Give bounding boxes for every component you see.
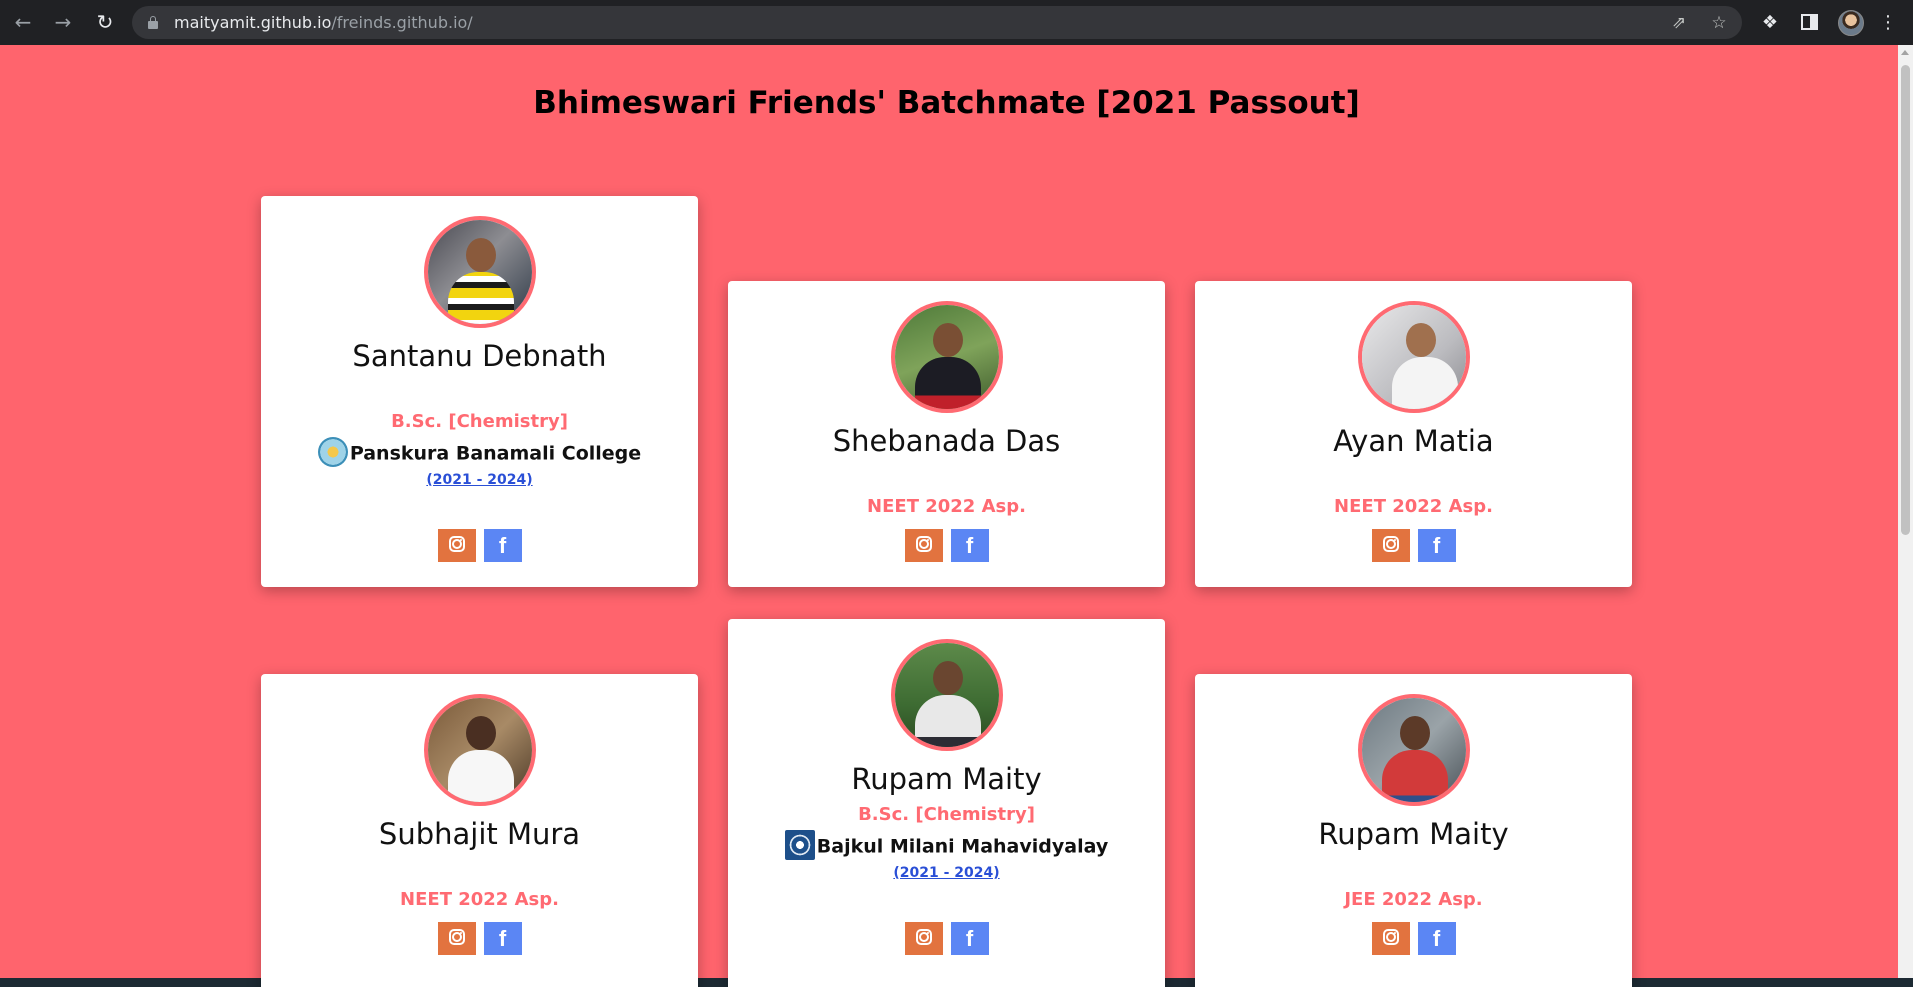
college-name: Panskura Banamali College: [261, 437, 698, 469]
friend-card: Shebanada Das NEET 2022 Asp. f: [728, 281, 1165, 587]
avatar: [890, 301, 1003, 413]
social-links: f: [1195, 529, 1632, 562]
facebook-button[interactable]: f: [483, 922, 522, 955]
social-links: f: [261, 922, 698, 955]
avatar: [890, 639, 1003, 751]
years-link[interactable]: (2021 - 2024): [728, 865, 1165, 881]
course-label: NEET 2022 Asp.: [867, 496, 1026, 517]
scroll-thumb[interactable]: [1901, 65, 1910, 535]
instagram-button[interactable]: [904, 529, 943, 562]
forward-arrow-icon[interactable]: →: [50, 9, 76, 35]
avatar: [423, 694, 536, 806]
course-label: B.Sc. [Chemistry]: [391, 411, 568, 432]
friend-card: Ayan Matia NEET 2022 Asp. f: [1195, 281, 1632, 587]
college-name: Bajkul Milani Mahavidyalay: [728, 830, 1165, 862]
friend-card: Rupam Maity JEE 2022 Asp. f: [1195, 674, 1632, 987]
kebab-menu-icon[interactable]: ⋮: [1875, 10, 1901, 36]
instagram-icon: [915, 536, 932, 552]
reload-icon[interactable]: ↻: [92, 9, 118, 35]
scroll-up-arrow-icon[interactable]: [1901, 50, 1909, 55]
bookmark-star-icon[interactable]: ☆: [1708, 12, 1730, 34]
instagram-button[interactable]: [437, 922, 476, 955]
facebook-button[interactable]: f: [950, 922, 989, 955]
extensions-puzzle-icon[interactable]: ❖: [1757, 10, 1783, 36]
side-panel-icon[interactable]: [1801, 14, 1818, 30]
instagram-icon: [448, 536, 465, 552]
course-label: NEET 2022 Asp.: [400, 889, 559, 910]
friend-name: Ayan Matia: [1333, 424, 1494, 458]
friend-name: Shebanada Das: [832, 424, 1061, 458]
instagram-button[interactable]: [904, 922, 943, 955]
instagram-icon: [915, 929, 932, 945]
friend-card: Subhajit Mura NEET 2022 Asp. f: [261, 674, 698, 987]
instagram-button[interactable]: [437, 529, 476, 562]
social-links: f: [728, 529, 1165, 562]
facebook-button[interactable]: f: [1417, 529, 1456, 562]
back-arrow-icon[interactable]: ←: [10, 9, 36, 35]
page-title: Bhimeswari Friends' Batchmate [2021 Pass…: [533, 85, 1360, 121]
friend-card: Rupam Maity B.Sc. [Chemistry] Bajkul Mil…: [728, 619, 1165, 987]
instagram-button[interactable]: [1371, 529, 1410, 562]
social-links: f: [728, 922, 1165, 955]
friend-name: Santanu Debnath: [352, 339, 607, 373]
social-links: f: [261, 529, 698, 562]
friend-name: Subhajit Mura: [378, 817, 581, 851]
course-label: JEE 2022 Asp.: [1344, 889, 1483, 910]
avatar: [1357, 301, 1470, 413]
address-bar[interactable]: maityamit.github.io/freinds.github.io/ ⇗…: [132, 6, 1742, 39]
course-label: B.Sc. [Chemistry]: [858, 804, 1035, 825]
friend-card: Santanu Debnath B.Sc. [Chemistry] Pansku…: [261, 196, 698, 587]
course-label: NEET 2022 Asp.: [1334, 496, 1493, 517]
avatar: [1357, 694, 1470, 806]
instagram-icon: [1382, 929, 1399, 945]
social-links: f: [1195, 922, 1632, 955]
facebook-button[interactable]: f: [1417, 922, 1456, 955]
instagram-icon: [1382, 536, 1399, 552]
instagram-icon: [448, 929, 465, 945]
profile-avatar[interactable]: [1838, 10, 1864, 36]
avatar: [423, 216, 536, 328]
lock-icon[interactable]: [148, 16, 158, 29]
url-text[interactable]: maityamit.github.io/freinds.github.io/: [174, 13, 473, 32]
friend-name: Rupam Maity: [1318, 817, 1509, 851]
facebook-button[interactable]: f: [483, 529, 522, 562]
share-icon[interactable]: ⇗: [1668, 12, 1690, 34]
facebook-button[interactable]: f: [950, 529, 989, 562]
browser-toolbar: ← → ↻ maityamit.github.io/freinds.github…: [0, 0, 1913, 45]
friend-name: Rupam Maity: [851, 762, 1042, 796]
page-scrollbar[interactable]: [1898, 45, 1913, 978]
college-logo-icon: [784, 830, 815, 860]
instagram-button[interactable]: [1371, 922, 1410, 955]
years-link[interactable]: (2021 - 2024): [261, 472, 698, 488]
college-logo-icon: [317, 437, 348, 467]
